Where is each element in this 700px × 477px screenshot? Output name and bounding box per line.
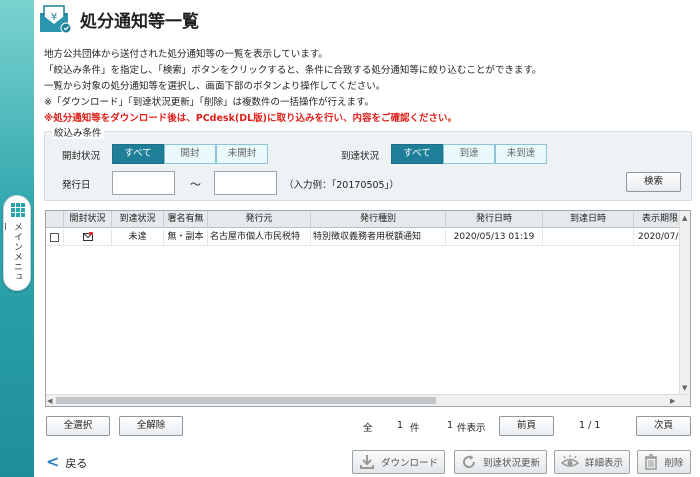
description-line: 一覧から対象の処分通知等を選択し、画面下部のボタンより操作してください。 bbox=[44, 81, 386, 92]
row-issue-type: 特別徴収義務者用税額通知 bbox=[311, 229, 446, 246]
row-signature: 無・副本 bbox=[164, 229, 208, 246]
open-status-label: 開封状況 bbox=[62, 151, 101, 162]
arrival-status-toggle: すべて 到達 未到達 bbox=[391, 144, 547, 164]
delete-button[interactable]: 削除 bbox=[637, 450, 691, 474]
header-arrived-at[interactable]: 到達日時 bbox=[543, 211, 634, 228]
scroll-up-icon[interactable]: ▲ bbox=[682, 213, 687, 223]
vertical-scrollbar[interactable]: ▲ ▼ bbox=[679, 211, 690, 395]
row-arrival: 未達 bbox=[112, 229, 164, 246]
next-page-button[interactable]: 次頁 bbox=[636, 416, 691, 436]
filter-caption: 絞込み条件 bbox=[52, 125, 104, 139]
main-menu-tab[interactable]: メインメニュー bbox=[0, 195, 31, 291]
row-checkbox[interactable] bbox=[50, 233, 59, 242]
grid-icon bbox=[11, 203, 25, 217]
date-range-separator: ～ bbox=[190, 178, 201, 191]
scroll-down-icon[interactable]: ▼ bbox=[682, 383, 687, 393]
svg-text:¥: ¥ bbox=[51, 12, 57, 23]
table-row[interactable]: 未達 無・副本 名古屋市個人市民税特 特別徴収義務者用税額通知 2020/05/… bbox=[46, 229, 686, 246]
open-status-toggle: すべて 開封 未開封 bbox=[112, 144, 268, 164]
arrival-status-arrived[interactable]: 到達 bbox=[443, 144, 495, 164]
row-arrived-at bbox=[543, 229, 634, 246]
issue-date-from-input[interactable] bbox=[112, 171, 175, 195]
header-issued-at[interactable]: 発行日時 bbox=[446, 211, 543, 228]
row-open-status bbox=[64, 229, 112, 246]
page-indicator: 1 / 1 bbox=[579, 420, 601, 431]
select-all-button[interactable]: 全選択 bbox=[46, 416, 110, 436]
header-signature[interactable]: 署名有無 bbox=[164, 211, 208, 228]
scroll-left-icon[interactable]: ◀ bbox=[47, 396, 52, 406]
chevron-left-icon: < bbox=[46, 452, 60, 471]
back-label: 戻る bbox=[65, 457, 88, 470]
row-issued-at: 2020/05/13 01:19 bbox=[446, 229, 543, 246]
eye-icon bbox=[560, 455, 579, 467]
table-header: 開封状況 到達状況 署名有無 発行元 発行種別 発行日時 到達日時 表示期限 bbox=[46, 211, 686, 228]
download-label: ダウンロード bbox=[380, 458, 438, 469]
description-line: 「絞込み条件」を指定し、「検索」ボタンをクリックすると、条件に合致する処分通知等… bbox=[44, 65, 542, 76]
issue-date-to-input[interactable] bbox=[214, 171, 277, 195]
open-status-opened[interactable]: 開封 bbox=[164, 144, 216, 164]
details-label: 詳細表示 bbox=[584, 458, 623, 469]
arrival-status-not-arrived[interactable]: 未到達 bbox=[495, 144, 547, 164]
open-status-unopened[interactable]: 未開封 bbox=[216, 144, 268, 164]
back-link[interactable]: < 戻る bbox=[46, 452, 87, 471]
header-issuer[interactable]: 発行元 bbox=[208, 211, 311, 228]
update-status-label: 到達状況更新 bbox=[482, 458, 540, 469]
shown-count: 1 bbox=[447, 420, 454, 431]
main-menu-label: メインメニュー bbox=[0, 222, 22, 282]
trash-icon bbox=[645, 454, 658, 470]
notice-envelope-icon: ¥ bbox=[38, 4, 72, 34]
total-count: 1 bbox=[397, 420, 404, 431]
header-select bbox=[46, 211, 64, 228]
arrival-status-label: 到達状況 bbox=[341, 151, 380, 162]
scroll-right-icon[interactable]: ▶ bbox=[670, 396, 675, 406]
update-status-button[interactable]: 到達状況更新 bbox=[454, 450, 547, 474]
horizontal-scroll-thumb[interactable] bbox=[56, 397, 436, 404]
issue-date-label: 発行日 bbox=[62, 180, 91, 191]
page-title: 処分通知等一覧 bbox=[80, 12, 199, 32]
row-issuer: 名古屋市個人市民税特 bbox=[208, 229, 311, 246]
prev-page-button[interactable]: 前頁 bbox=[499, 416, 554, 436]
refresh-icon bbox=[462, 455, 475, 468]
notice-table: 開封状況 到達状況 署名有無 発行元 発行種別 発行日時 到達日時 表示期限 未… bbox=[45, 210, 691, 407]
download-warning: ※処分通知等をダウンロード後は、PCdesk(DL版)に取り込みを行い、内容をご… bbox=[44, 113, 458, 124]
header-arrival-status[interactable]: 到達状況 bbox=[112, 211, 164, 228]
description-line: 地方公共団体から送付された処分通知等の一覧を表示しています。 bbox=[44, 49, 328, 60]
unopened-mail-icon bbox=[82, 232, 93, 241]
deselect-all-button[interactable]: 全解除 bbox=[119, 416, 183, 436]
download-button[interactable]: ダウンロード bbox=[352, 450, 445, 474]
shown-unit: 件表示 bbox=[457, 423, 486, 434]
total-unit: 件 bbox=[410, 423, 420, 434]
description-line: ※「ダウンロード」「到達状況更新」「削除」は複数件の一括操作が行えます。 bbox=[44, 97, 375, 108]
date-input-hint: （入力例：「20170505」） bbox=[284, 180, 399, 191]
header-issue-type[interactable]: 発行種別 bbox=[311, 211, 446, 228]
row-select-cell bbox=[46, 229, 64, 246]
search-button[interactable]: 検索 bbox=[626, 172, 681, 192]
download-icon bbox=[359, 455, 374, 469]
delete-label: 削除 bbox=[664, 458, 684, 469]
header-open-status[interactable]: 開封状況 bbox=[64, 211, 112, 228]
arrival-status-all[interactable]: すべて bbox=[391, 144, 443, 164]
total-prefix: 全 bbox=[363, 423, 373, 434]
horizontal-scrollbar[interactable]: ◀ ▶ bbox=[46, 394, 690, 406]
open-status-all[interactable]: すべて bbox=[112, 144, 164, 164]
details-button[interactable]: 詳細表示 bbox=[554, 450, 630, 474]
